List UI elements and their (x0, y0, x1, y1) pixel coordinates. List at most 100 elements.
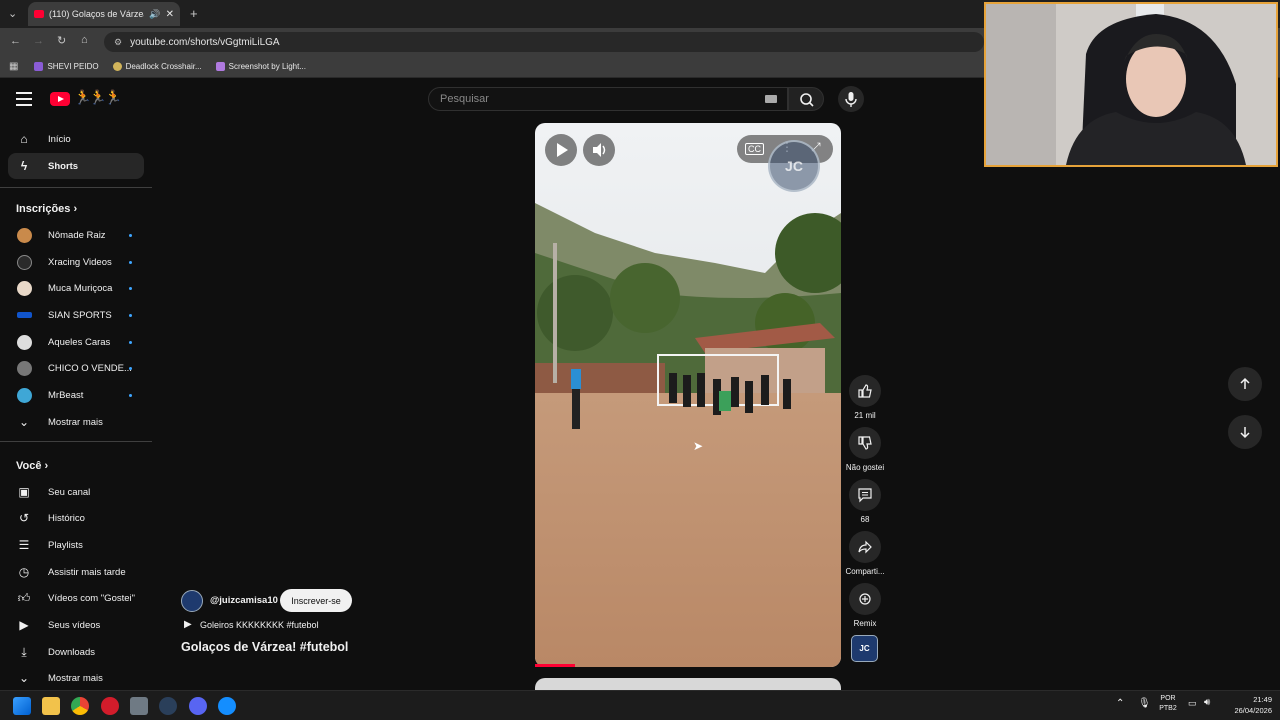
mic-icon (845, 92, 857, 107)
search-input[interactable]: Pesquisar (428, 87, 788, 111)
sidebar: ⌂ Início ϟ Shorts Inscrições › Nômade Ra… (0, 122, 154, 690)
sidebar-subscription[interactable]: SIAN SPORTS (8, 302, 144, 328)
you-heading[interactable]: Você › (16, 460, 48, 472)
previous-short-button[interactable] (1228, 367, 1262, 401)
youtube-logo[interactable] (50, 92, 70, 106)
tab-list-icon[interactable]: ⌄ (8, 7, 17, 20)
next-short-button[interactable] (1228, 415, 1262, 449)
liked-icon: 👍︎ (17, 590, 31, 605)
avatar (17, 360, 32, 376)
captions-icon[interactable]: CC (745, 143, 764, 155)
like-button[interactable] (849, 375, 881, 407)
show-more-you[interactable]: ⌄ Mostrar mais (8, 665, 144, 691)
playlists-icon: ☰ (18, 538, 30, 552)
sidebar-item-liked-videos[interactable]: 👍︎ Vídeos com "Gostei" (8, 585, 144, 611)
chrome-icon[interactable] (71, 697, 89, 715)
forward-icon[interactable]: → (33, 35, 44, 47)
search-button[interactable] (788, 87, 824, 111)
new-tab-icon[interactable]: + (190, 6, 198, 21)
volume-icon (593, 143, 606, 157)
bookmark-1[interactable]: SHEVI PEIDO (34, 62, 99, 71)
sound-channel-thumbnail[interactable]: JC (851, 635, 878, 662)
new-content-dot (129, 366, 132, 370)
taskbar: ⌃ 🎙︎ POR PTB2 ▭ 🔊︎ 21:49 26/04/2026 (0, 690, 1280, 720)
sidebar-item-watch-later[interactable]: ◷ Assistir mais tarde (8, 559, 144, 585)
volume-tray-icon[interactable]: 🔊︎ (1204, 697, 1210, 708)
address-bar[interactable]: ⚙ youtube.com/shorts/vGgtmiLiLGA (104, 32, 984, 52)
url-text: youtube.com/shorts/vGgtmiLiLGA (130, 36, 280, 48)
shorts-player[interactable]: CC ⋮ ⤢ JC ➤ (535, 123, 841, 667)
sidebar-subscription[interactable]: Xracing Videos (8, 249, 144, 275)
tab-close-icon[interactable]: ✕ (166, 9, 174, 20)
search-icon (800, 93, 814, 107)
show-more-subscriptions[interactable]: ⌄ Mostrar mais (8, 409, 144, 435)
app-icon[interactable] (130, 697, 148, 715)
remix-label: Remix (853, 619, 877, 628)
display-tray-icon[interactable]: ▭ (1188, 698, 1197, 709)
logo-doodle-icon[interactable]: 🏃🏃🏃 (74, 89, 122, 106)
sidebar-item-your-videos[interactable]: ▶ Seus vídeos (8, 612, 144, 638)
webcam-overlay (984, 2, 1278, 167)
language-indicator[interactable]: POR PTB2 (1156, 694, 1180, 714)
microphone-tray-icon[interactable]: 🎙︎ (1138, 698, 1151, 709)
sidebar-item-home[interactable]: ⌂ Início (8, 126, 144, 152)
discord-icon[interactable] (189, 697, 207, 715)
channel-handle[interactable]: @juizcamisa10 (210, 595, 278, 606)
avatar (17, 334, 32, 350)
dislike-button[interactable] (849, 427, 881, 459)
playlist-link[interactable]: Goleiros KKKKKKKK #futebol (200, 620, 319, 630)
reload-icon[interactable]: ↻ (57, 34, 66, 47)
channel-avatar[interactable] (181, 590, 203, 612)
file-explorer-icon[interactable] (42, 697, 60, 715)
dislike-icon (858, 436, 872, 450)
subscribe-button[interactable]: Inscrever-se (280, 589, 352, 612)
sidebar-subscription[interactable]: Aqueles Caras (8, 329, 144, 355)
bookmark-3[interactable]: Screenshot by Light... (215, 62, 306, 71)
battlenet-icon[interactable] (218, 697, 236, 715)
dislike-label: Não gostei (845, 463, 885, 472)
steam-icon[interactable] (159, 697, 177, 715)
back-icon[interactable]: ← (10, 35, 21, 47)
bookmark-2[interactable]: Deadlock Crosshair... (112, 62, 202, 71)
sidebar-item-playlists[interactable]: ☰ Playlists (8, 532, 144, 558)
comments-button[interactable] (849, 479, 881, 511)
sidebar-item-your-channel[interactable]: ▣ Seu canal (8, 479, 144, 505)
sidebar-subscription[interactable]: MrBeast (8, 382, 144, 408)
bookmark-icon (34, 62, 44, 71)
sidebar-subscription[interactable]: Muca Muriçoca (8, 275, 144, 301)
chevron-right-icon: › (44, 460, 49, 472)
sidebar-item-history[interactable]: ↺ Histórico (8, 505, 144, 531)
play-button[interactable] (545, 134, 577, 166)
watch-later-icon: ◷ (18, 565, 30, 579)
remix-button[interactable] (849, 583, 881, 615)
volume-button[interactable] (583, 134, 615, 166)
subscriptions-heading[interactable]: Inscrições › (16, 203, 77, 215)
opera-icon[interactable] (101, 697, 119, 715)
progress-bar[interactable] (535, 664, 575, 667)
site-info-icon[interactable]: ⚙ (114, 37, 122, 48)
shorts-icon: ϟ (20, 159, 28, 173)
keyboard-icon[interactable] (765, 95, 777, 103)
new-content-dot (129, 340, 132, 344)
voice-search-button[interactable] (838, 86, 864, 112)
sidebar-item-downloads[interactable]: ⤓ Downloads (8, 639, 144, 665)
sidebar-subscription[interactable]: Nômade Raiz (8, 222, 144, 248)
download-icon: ⤓ (21, 644, 27, 659)
video-frame (535, 123, 841, 667)
like-icon (858, 384, 872, 398)
new-content-dot (129, 393, 132, 397)
sidebar-subscription[interactable]: CHICO O VENDE... (8, 355, 144, 381)
apps-grid-icon[interactable]: ▦ (9, 61, 18, 72)
share-button[interactable] (849, 531, 881, 563)
sidebar-item-shorts[interactable]: ϟ Shorts (8, 153, 144, 179)
clock[interactable]: 21:49 26/04/2026 (1222, 694, 1272, 716)
playlist-play-icon[interactable]: ▶ (184, 619, 192, 630)
browser-tab[interactable]: (110) Golaços de Várzea! #f 🔊 ✕ (28, 2, 180, 26)
webcam-feed (986, 4, 1276, 165)
tray-chevron-icon[interactable]: ⌃ (1116, 698, 1124, 709)
home-browser-icon[interactable]: ⌂ (81, 34, 88, 46)
tab-audio-icon[interactable]: 🔊 (149, 9, 160, 20)
next-short-preview[interactable] (535, 678, 841, 690)
menu-icon[interactable] (16, 92, 32, 106)
windows-start-icon[interactable] (13, 697, 31, 715)
